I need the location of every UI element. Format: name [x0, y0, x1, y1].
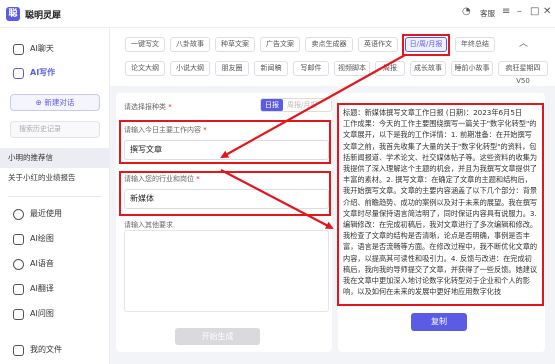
template-chip[interactable]: 英语作文 [358, 37, 398, 52]
template-chip[interactable]: 新闻稿 [254, 61, 288, 76]
sidebar-item-label: 我的文件 [30, 345, 62, 354]
template-chip[interactable]: 小说大纲 [170, 61, 210, 76]
support-icon[interactable]: ◔ [462, 6, 471, 17]
close-icon[interactable]: ✕ [543, 6, 551, 17]
minimize-icon[interactable]: – [517, 6, 522, 17]
template-chip[interactable]: 写邮件 [293, 61, 329, 76]
title-bar: 聪 聪明灵犀 ◔ 客服 ≡ – □ ✕ [0, 0, 555, 28]
type-label: 请选择报种类 * [124, 103, 172, 111]
sidebar-item-ai-image-qa[interactable]: AI问图 [0, 303, 110, 325]
template-chip[interactable]: 卖点生成器 [305, 37, 353, 52]
template-chip[interactable]: 论文大纲 [125, 61, 165, 76]
image-question-icon [13, 309, 24, 320]
template-chip[interactable]: 种草文案 [215, 37, 255, 52]
app-title: 聪明灵犀 [25, 11, 62, 21]
pen-icon [13, 68, 24, 79]
new-chat-button[interactable]: ⊕ 新建对话 [10, 94, 100, 111]
folder-icon [13, 345, 24, 356]
sidebar-item-label: AI聊天 [30, 44, 54, 53]
sidebar-divider [8, 196, 102, 197]
template-chip[interactable]: 周报 [375, 61, 405, 76]
history-item[interactable]: 小明的推荐信 [0, 148, 110, 168]
menu-icon[interactable]: ≡ [502, 6, 510, 17]
support-link[interactable]: 客服 [480, 8, 495, 19]
sidebar-item-label: AI问图 [30, 309, 54, 318]
sidebar-item-label: AI绘图 [30, 234, 54, 243]
template-chip[interactable]: 朋友圈 [215, 61, 249, 76]
template-chip[interactable]: 疯狂星期四V50 [498, 61, 548, 85]
template-chip[interactable]: 八卦故事 [170, 37, 210, 52]
maximize-icon[interactable]: □ [530, 6, 539, 17]
clock-icon [13, 209, 24, 220]
template-chip[interactable]: 成长故事 [410, 61, 446, 76]
translate-icon [13, 284, 24, 295]
sidebar: AI聊天 AI写作 ⊕ 新建对话 搜索历史记录 小明的推荐信 关于小红的业绩报告… [0, 28, 110, 364]
copy-button[interactable]: 复制 [411, 313, 467, 331]
template-chip[interactable]: 一键写文 [125, 37, 165, 52]
chevron-up-icon[interactable]: ︿ [519, 36, 528, 49]
sidebar-item-ai-drawing[interactable]: AI绘图 [0, 228, 110, 250]
other-label: 请输入其他要求 [124, 221, 173, 229]
sidebar-item-ai-chat[interactable]: AI聊天 [0, 38, 110, 60]
template-chip-active[interactable]: 日/周/月报 [405, 37, 447, 52]
sidebar-item-label: 最近使用 [30, 209, 62, 218]
brush-icon [13, 234, 24, 245]
sidebar-item-label: AI语音 [30, 259, 54, 268]
template-chip[interactable]: 年终总结 [455, 37, 495, 52]
other-requirements-textarea[interactable] [124, 230, 329, 312]
template-chip[interactable]: 广告文案 [260, 37, 300, 52]
history-item[interactable]: 关于小红的业绩报告 [0, 168, 110, 188]
sidebar-item-recent[interactable]: 最近使用 [0, 203, 110, 225]
daily-option[interactable]: 日报 [261, 99, 283, 111]
industry-label: 请输入您的行业和岗位 * [124, 175, 200, 183]
sidebar-item-ai-translate[interactable]: AI翻译 [0, 278, 110, 300]
work-content-input[interactable]: 撰写文章 [124, 140, 329, 160]
theme-label: 请输入今日主要工作内容 * [124, 126, 207, 134]
sidebar-item-my-files[interactable]: 我的文件 [0, 339, 110, 361]
generated-report-text: 标题：新媒体撰写文章工作日报 (日期)：2023年6月5日 工作成果：今天的工作… [343, 108, 538, 297]
industry-input[interactable]: 新媒体 [124, 189, 329, 209]
template-chip[interactable]: 视频脚本 [334, 61, 370, 76]
history-search-input[interactable]: 搜索历史记录 [10, 121, 100, 138]
sidebar-item-ai-voice[interactable]: AI语音 [0, 253, 110, 275]
template-chip[interactable]: 睡前小故事 [451, 61, 493, 76]
report-type-toggle[interactable]: 日报 周报/月报 [260, 98, 332, 112]
sidebar-item-label: AI写作 [30, 68, 56, 77]
generate-button[interactable]: 开始生成 [175, 328, 260, 345]
weekly-monthly-option[interactable]: 周报/月报 [287, 99, 317, 111]
chat-icon [13, 44, 24, 55]
app-logo-icon: 聪 [6, 7, 20, 21]
microphone-icon [13, 259, 24, 270]
sidebar-item-ai-writing[interactable]: AI写作 [0, 62, 110, 84]
sidebar-item-label: AI翻译 [30, 284, 54, 293]
